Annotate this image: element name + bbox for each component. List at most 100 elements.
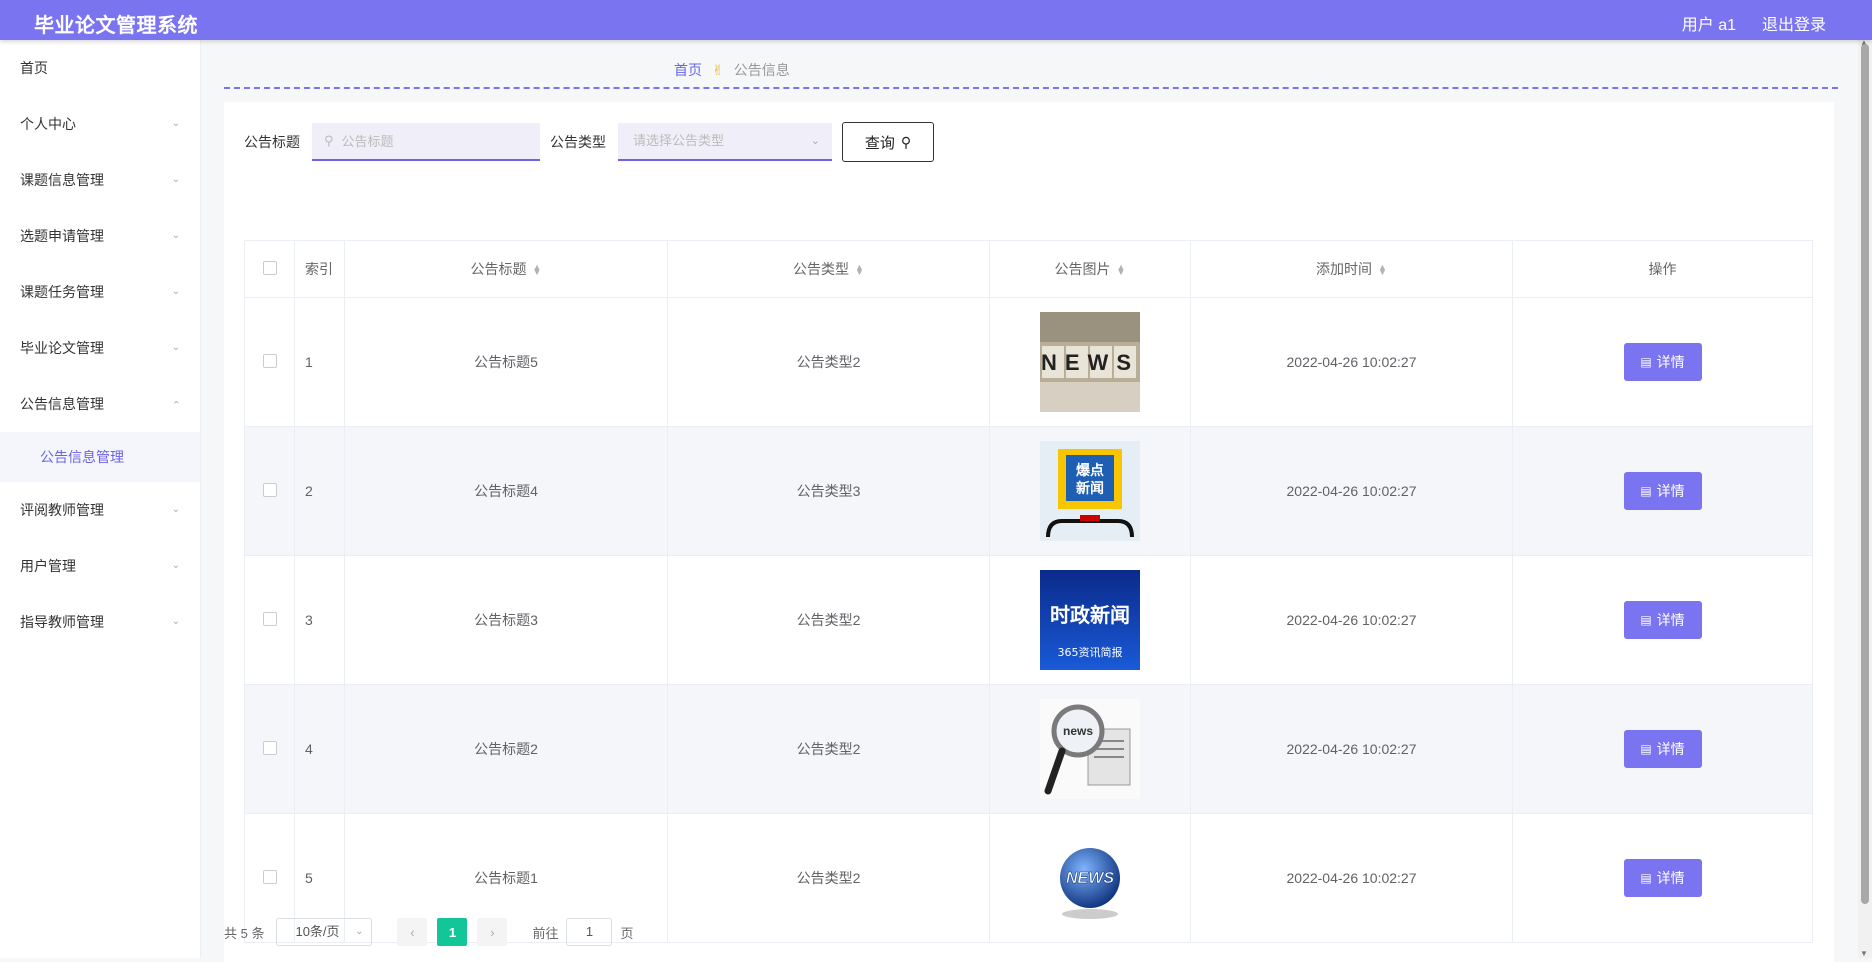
- row-title: 公告标题3: [344, 555, 668, 685]
- victory-hand-icon: ✌: [712, 62, 724, 78]
- search-bar: 公告标题 ⚲ 公告类型 请选择公告类型 ⌄ 查询 ⚲: [244, 122, 934, 162]
- row-time: 2022-04-26 10:02:27: [1190, 555, 1513, 685]
- sidebar-subitem-notice-manage[interactable]: 公告信息管理: [0, 432, 200, 482]
- title-search-input[interactable]: [339, 132, 524, 150]
- sidebar-item-topic-task[interactable]: 课题任务管理 ⌄: [0, 264, 200, 320]
- col-header-index: 索引: [294, 240, 345, 298]
- col-header-action: 操作: [1512, 240, 1813, 298]
- sort-icon[interactable]: ▲ ▼: [1117, 263, 1126, 277]
- row-index: 3: [294, 555, 345, 685]
- row-time: 2022-04-26 10:02:27: [1190, 426, 1513, 556]
- app-title: 毕业论文管理系统: [34, 15, 198, 37]
- sort-icon[interactable]: ▲ ▼: [533, 263, 542, 277]
- col-header-type-label: 公告类型: [793, 261, 850, 277]
- query-button[interactable]: 查询 ⚲: [842, 122, 934, 162]
- prev-page-button[interactable]: ‹: [397, 918, 428, 946]
- sidebar-item-user[interactable]: 用户管理 ⌄: [0, 538, 200, 594]
- col-header-time[interactable]: 添加时间 ▲ ▼: [1190, 240, 1513, 298]
- sidebar-item-thesis[interactable]: 毕业论文管理 ⌄: [0, 320, 200, 376]
- sidebar-item-label: 个人中心: [20, 116, 76, 132]
- detail-button[interactable]: ▤ 详情: [1623, 472, 1702, 510]
- row-checkbox[interactable]: [244, 426, 295, 556]
- sidebar-item-label: 首页: [20, 60, 48, 76]
- row-checkbox[interactable]: [244, 297, 295, 427]
- detail-button[interactable]: ▤ 详情: [1623, 730, 1702, 768]
- search-icon: ⚲: [900, 133, 912, 150]
- scroll-down-icon[interactable]: ▼: [1860, 949, 1868, 958]
- col-header-type[interactable]: 公告类型 ▲ ▼: [667, 240, 990, 298]
- row-time: 2022-04-26 10:02:27: [1190, 297, 1513, 427]
- sidebar-item-home[interactable]: 首页: [0, 40, 200, 96]
- news-dice-image: NEWS: [1040, 312, 1140, 412]
- row-type: 公告类型2: [667, 684, 990, 814]
- sidebar-item-label: 评阅教师管理: [20, 502, 104, 518]
- page-suffix: 页: [620, 925, 634, 941]
- row-title: 公告标题5: [344, 297, 668, 427]
- detail-button-label: 详情: [1656, 354, 1685, 370]
- sidebar-item-notice[interactable]: 公告信息管理 ⌄: [0, 376, 200, 432]
- sidebar-item-topic-application[interactable]: 选题申请管理 ⌄: [0, 208, 200, 264]
- sidebar-item-label: 课题信息管理: [20, 172, 104, 188]
- type-label: 公告类型: [550, 134, 606, 150]
- page-size-select[interactable]: 10条/页 ⌄: [276, 918, 373, 946]
- baodian-text-2: 新闻: [1076, 480, 1104, 497]
- detail-button-label: 详情: [1656, 483, 1685, 499]
- shizheng-title-text: 时政新闻: [1050, 603, 1130, 627]
- col-header-title-label: 公告标题: [470, 261, 527, 277]
- top-header: 毕业论文管理系统 用户 a1 退出登录: [0, 0, 1872, 40]
- row-type: 公告类型2: [667, 297, 990, 427]
- chevron-down-icon: ⌄: [810, 135, 820, 147]
- row-action-cell: ▤ 详情: [1512, 297, 1813, 427]
- title-label: 公告标题: [244, 134, 300, 150]
- sidebar-item-label: 选题申请管理: [20, 228, 104, 244]
- page-number-current[interactable]: 1: [437, 918, 468, 946]
- shizheng-xinwen-image: 时政新闻 365资讯简报: [1040, 570, 1140, 670]
- row-checkbox[interactable]: [244, 555, 295, 685]
- detail-button[interactable]: ▤ 详情: [1623, 859, 1702, 897]
- sidebar-item-personal-center[interactable]: 个人中心 ⌄: [0, 96, 200, 152]
- logout-link[interactable]: 退出登录: [1762, 11, 1826, 35]
- row-action-cell: ▤ 详情: [1512, 684, 1813, 814]
- breadcrumb-home[interactable]: 首页: [674, 62, 702, 78]
- document-icon: ▤: [1640, 613, 1652, 627]
- chevron-up-icon: ⌄: [171, 398, 180, 409]
- row-checkbox[interactable]: [244, 684, 295, 814]
- sidebar-item-label: 公告信息管理: [20, 396, 104, 412]
- row-action-cell: ▤ 详情: [1512, 813, 1813, 943]
- col-header-image-label: 公告图片: [1054, 261, 1111, 277]
- type-select[interactable]: 请选择公告类型 ⌄: [618, 123, 832, 161]
- detail-button[interactable]: ▤ 详情: [1623, 343, 1702, 381]
- sort-icon[interactable]: ▲ ▼: [855, 263, 864, 277]
- sidebar-item-label: 毕业论文管理: [20, 340, 104, 356]
- row-image-cell: 时政新闻 365资讯简报: [989, 555, 1191, 685]
- row-type: 公告类型3: [667, 426, 990, 556]
- baodian-xinwen-image: 爆点 新闻: [1040, 441, 1140, 541]
- table-header-row: 索引 公告标题 ▲ ▼ 公告类型 ▲ ▼ 公告图片 ▲ ▼ 添加时间 ▲ ▼ 操作: [244, 240, 1813, 298]
- content-card: 公告标题 ⚲ 公告类型 请选择公告类型 ⌄ 查询 ⚲: [224, 102, 1834, 962]
- select-all-checkbox[interactable]: [244, 240, 295, 298]
- sort-icon[interactable]: ▲ ▼: [1378, 263, 1387, 277]
- detail-button-label: 详情: [1656, 741, 1685, 757]
- detail-button[interactable]: ▤ 详情: [1623, 601, 1702, 639]
- sidebar-item-topic-info[interactable]: 课题信息管理 ⌄: [0, 152, 200, 208]
- row-index: 1: [294, 297, 345, 427]
- detail-button-label: 详情: [1656, 870, 1685, 886]
- sidebar-item-advisor[interactable]: 指导教师管理 ⌄: [0, 594, 200, 650]
- news-magnifier-image: news: [1040, 699, 1140, 799]
- row-time: 2022-04-26 10:02:27: [1190, 813, 1513, 943]
- sidebar-item-label: 课题任务管理: [20, 284, 104, 300]
- next-page-button[interactable]: ›: [477, 918, 508, 946]
- col-header-image[interactable]: 公告图片 ▲ ▼: [989, 240, 1191, 298]
- current-user: 用户 a1: [1681, 17, 1736, 34]
- notice-table: 索引 公告标题 ▲ ▼ 公告类型 ▲ ▼ 公告图片 ▲ ▼ 添加时间 ▲ ▼ 操作 1 公告标题…: [244, 240, 1813, 943]
- row-image-cell: news: [989, 684, 1191, 814]
- shizheng-subtitle-text: 365资讯简报: [1058, 645, 1123, 659]
- col-header-title[interactable]: 公告标题 ▲ ▼: [344, 240, 668, 298]
- table-row: 1 公告标题5 公告类型2 NEWS 2022-04-26 10:02:27 ▤…: [244, 297, 1813, 427]
- title-search-field[interactable]: ⚲: [312, 123, 540, 161]
- vertical-scrollbar[interactable]: ▲ ▼: [1858, 38, 1872, 958]
- document-icon: ▤: [1640, 484, 1652, 498]
- sidebar-item-reviewer[interactable]: 评阅教师管理 ⌄: [0, 482, 200, 538]
- goto-page-input[interactable]: 1: [566, 918, 613, 946]
- scrollbar-thumb[interactable]: [1861, 44, 1869, 904]
